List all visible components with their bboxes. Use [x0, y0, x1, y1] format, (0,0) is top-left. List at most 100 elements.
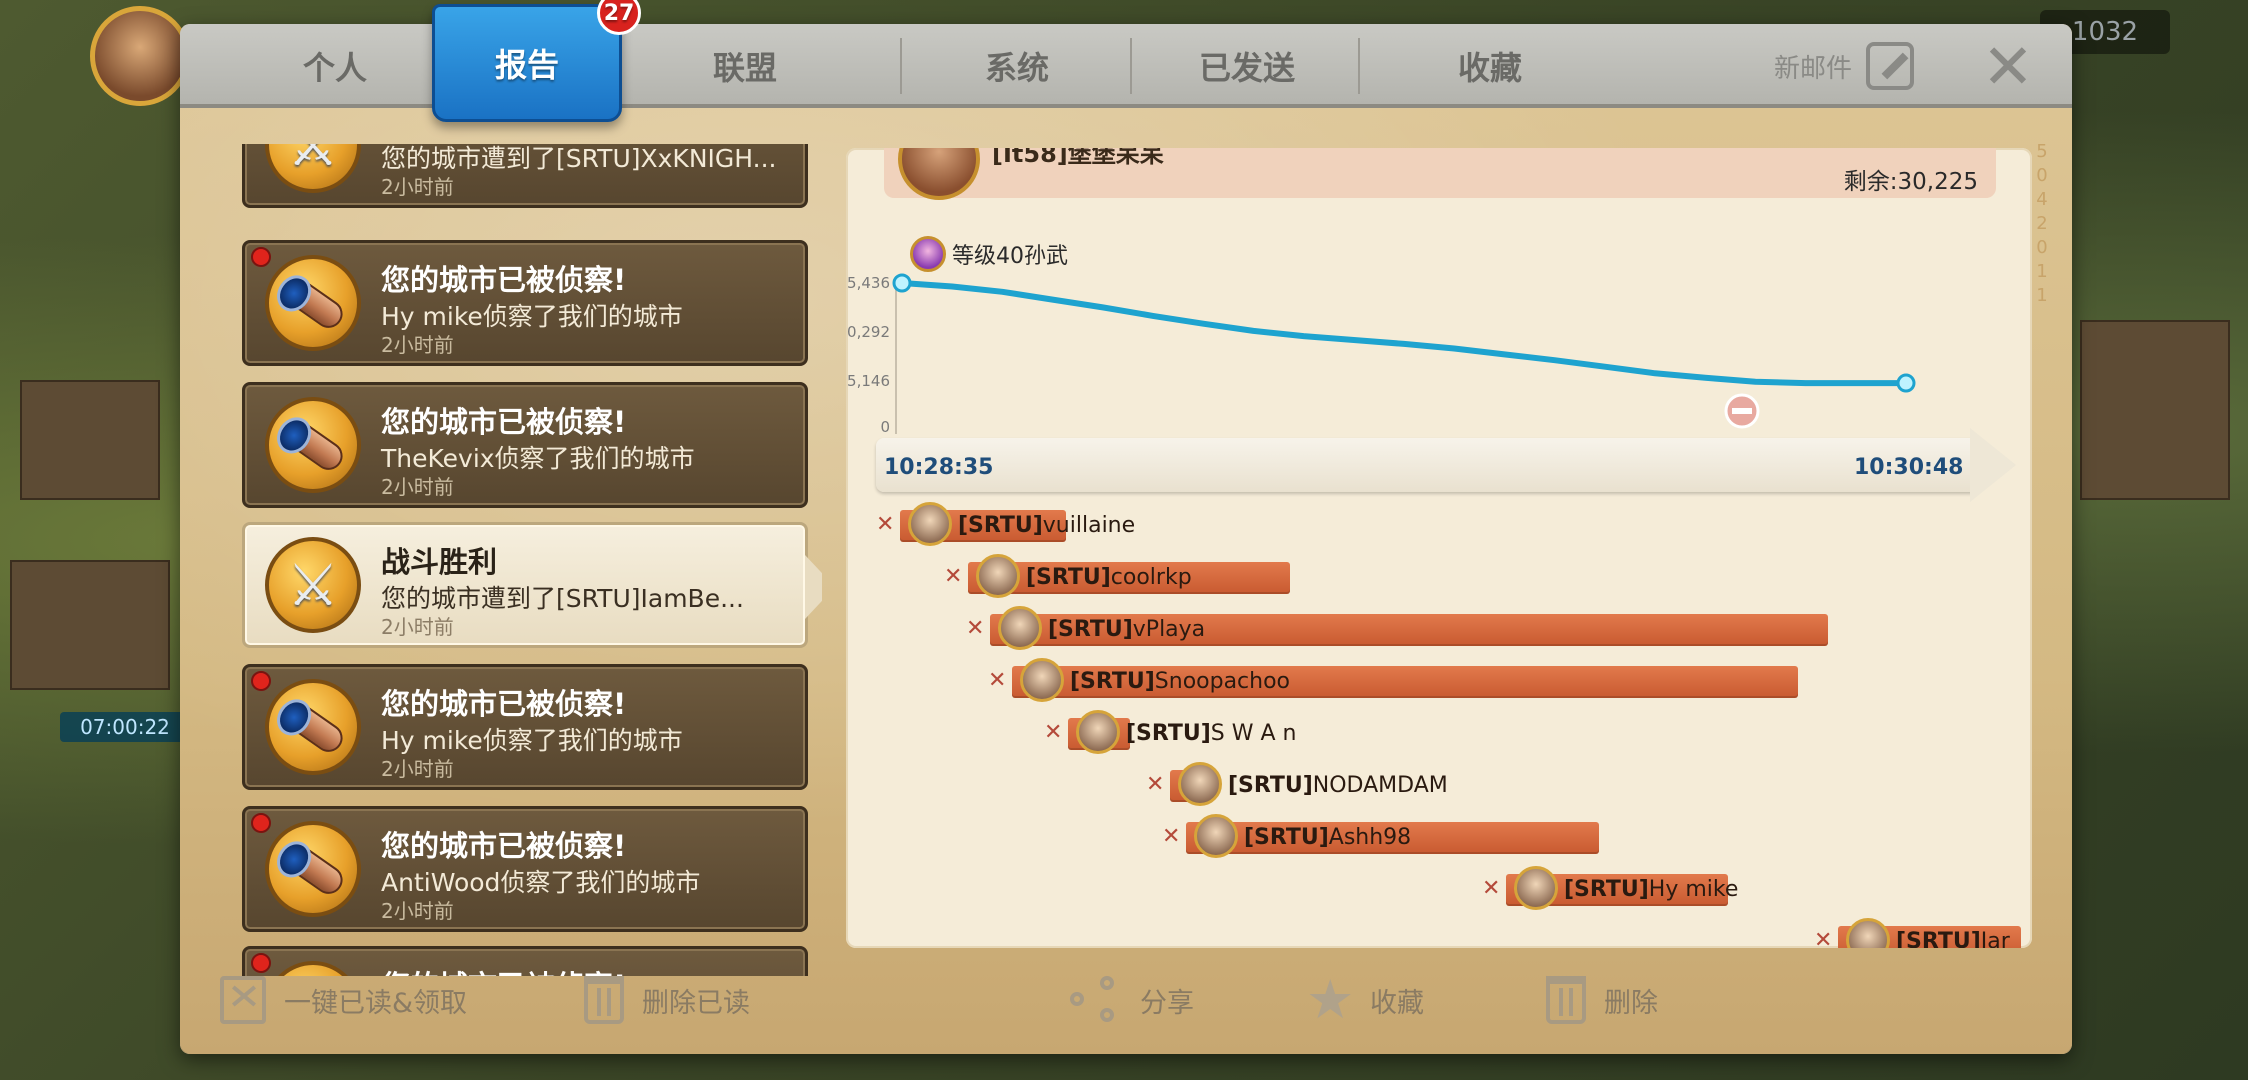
attacker-row[interactable]: ✕ [SRTU]Snoopachoo	[988, 658, 2032, 702]
player-name: NODAMDAM	[1312, 773, 1448, 798]
mail-item[interactable]: ⚔ 您的城市遭到了[SRTU]XxKNIGH... 2小时前	[242, 144, 808, 208]
delete-label: 删除	[1604, 987, 1658, 1019]
mail-time: 2小时前	[381, 899, 454, 923]
commander: 等级40孙武	[910, 236, 1068, 272]
alliance-tag: [SRTU]	[1048, 617, 1133, 642]
attacker-avatar	[1076, 710, 1120, 754]
world-timer: 07:00:22	[60, 712, 190, 742]
scout-medal-icon	[265, 679, 361, 775]
side-digit: 1	[2036, 261, 2048, 282]
player-name: vPlaya	[1132, 617, 1206, 642]
read-all-button[interactable]: 一键已读&领取	[220, 970, 467, 1030]
alliance-tag: [SRTU]	[1564, 877, 1649, 902]
battle-report-panel[interactable]: [It58]堡堡呆呆 剩余:30,225 等级40孙武 225,436 150,…	[846, 148, 2032, 948]
attacker-avatar	[998, 606, 1042, 650]
scout-medal-icon	[265, 397, 361, 493]
mail-item[interactable]: 您的城市已被侦察! Hy mike侦察了我们的城市 2小时前	[242, 664, 808, 790]
attacker-row[interactable]: ✕ [SRTU]Ashh98	[1162, 814, 2032, 858]
spyglass-icon	[277, 414, 349, 476]
commander-name: 等级40孙武	[952, 244, 1068, 269]
mail-window: 个人 报告 27 联盟 系统 已发送 收藏 新邮件 ✕ ⚔ 您的城市遭到了[SR…	[180, 0, 2072, 1054]
delete-read-button[interactable]: 删除已读	[584, 970, 750, 1030]
close-button[interactable]: ✕	[1976, 30, 2040, 103]
defeated-x-icon: ✕	[944, 564, 963, 589]
y-tick-label: 0	[880, 418, 890, 436]
tab-reports[interactable]: 报告 27	[432, 0, 641, 122]
mail-title: 您的城市已被侦察!	[381, 263, 627, 297]
defeated-x-icon: ✕	[1146, 772, 1165, 797]
mail-subtitle: 您的城市遭到了[SRTU]IamBe...	[381, 584, 744, 613]
mail-subtitle: TheKevix侦察了我们的城市	[381, 444, 695, 473]
player-name: S W A n	[1210, 721, 1297, 746]
player-avatar[interactable]	[90, 6, 190, 106]
mail-item[interactable]: 您的城市已被侦察! TheKevix侦察了我们的城市 2小时前	[242, 382, 808, 508]
mail-title: 战斗胜利	[381, 545, 498, 579]
mail-list[interactable]: ⚔ 您的城市遭到了[SRTU]XxKNIGH... 2小时前 您的城市已被侦察!…	[242, 144, 822, 976]
time-start: 10:28:35	[884, 455, 994, 480]
tab-personal[interactable]: 个人	[240, 24, 430, 108]
tab-system[interactable]: 系统	[902, 24, 1132, 108]
delete-button[interactable]: 删除	[1546, 970, 1658, 1030]
new-mail-button[interactable]: 新邮件	[1774, 24, 1915, 108]
crossed-swords-icon: ⚔	[287, 551, 339, 619]
troop-series	[892, 273, 1916, 393]
player-name: Hy mike	[1648, 877, 1739, 902]
compose-icon	[1866, 42, 1915, 90]
defeated-x-icon: ✕	[876, 512, 895, 537]
trash-icon	[584, 976, 624, 1024]
commander-avatar	[910, 236, 946, 272]
attacker-row[interactable]: ✕ [SRTU]S W A n	[1044, 710, 2032, 754]
attacker-name: [SRTU]Snoopachoo	[1070, 669, 1290, 694]
side-digit: 4	[2036, 189, 2048, 210]
player-name: coolrkp	[1110, 565, 1192, 590]
mail-time: 2小时前	[381, 615, 454, 639]
alliance-tag: [SRTU]	[1228, 773, 1313, 798]
defeated-x-icon: ✕	[1814, 928, 1833, 948]
attacker-name: [SRTU]coolrkp	[1026, 565, 1192, 590]
defeated-x-icon: ✕	[1482, 876, 1501, 901]
favorite-button[interactable]: ★ 收藏	[1306, 970, 1424, 1030]
side-digit: 5	[2036, 141, 2048, 162]
spyglass-icon	[277, 696, 349, 758]
building	[10, 560, 170, 690]
battle-medal-icon: ⚔	[265, 537, 361, 633]
mail-item[interactable]: 您的城市已被侦察! Hy mike侦察了我们的城市 2小时前	[242, 240, 808, 366]
tab-sent[interactable]: 已发送	[1132, 24, 1362, 108]
mail-subtitle: Hy mike侦察了我们的城市	[381, 726, 683, 755]
alliance-tag: [SRTU]	[958, 513, 1043, 538]
share-icon	[1070, 976, 1122, 1024]
mail-item-selected[interactable]: ⚔ 战斗胜利 您的城市遭到了[SRTU]IamBe... 2小时前	[242, 522, 822, 648]
battle-timeline: 10:28:35 10:30:48	[876, 428, 2016, 502]
tab-bar: 个人 报告 27 联盟 系统 已发送 收藏 新邮件 ✕	[180, 0, 2072, 122]
mail-item[interactable]: 您的城市已被侦察! AntiWood侦察了我们的城市 2小时前	[242, 806, 808, 932]
attacker-name: [SRTU]NODAMDAM	[1228, 773, 1448, 798]
attacker-row[interactable]: ✕ [SRTU]vuillaine	[876, 502, 2026, 546]
tab-alliance[interactable]: 联盟	[630, 24, 860, 108]
reinforce-marker	[1724, 393, 1760, 429]
attacker-row[interactable]: ✕ [SRTU]NODAMDAM	[1146, 762, 2032, 806]
attacker-row[interactable]: ✕ [SRTU]Hy mike	[1482, 866, 2032, 910]
alliance-tag: [SRTU]	[1244, 825, 1329, 850]
report-header: [It58]堡堡呆呆 剩余:30,225	[884, 148, 1996, 200]
attacker-name: [SRTU]S W A n	[1126, 721, 1296, 746]
trash-icon	[1546, 976, 1586, 1024]
alliance-tag: [SRTU]	[1896, 929, 1981, 948]
share-button[interactable]: 分享	[1070, 970, 1194, 1030]
defender-name: [It58]堡堡呆呆	[992, 148, 1164, 168]
unread-dot	[251, 813, 271, 833]
attacker-row[interactable]: ✕ [SRTU]coolrkp	[944, 554, 2032, 598]
mail-subtitle: AntiWood侦察了我们的城市	[381, 868, 701, 897]
read-all-label: 一键已读&领取	[284, 987, 468, 1019]
side-digit: 1	[2036, 285, 2048, 306]
alliance-tag: [SRTU]	[1070, 669, 1155, 694]
mail-time: 2小时前	[381, 475, 454, 499]
tab-favorites[interactable]: 收藏	[1360, 24, 1620, 108]
attacker-avatar	[1514, 866, 1558, 910]
attacker-row[interactable]: ✕ [SRTU]Iar	[1814, 918, 2032, 948]
spyglass-icon	[277, 838, 349, 900]
defeated-x-icon: ✕	[1162, 824, 1181, 849]
attacker-row[interactable]: ✕ [SRTU]vPlaya	[966, 606, 2032, 650]
battle-medal-icon: ⚔	[265, 144, 361, 193]
player-name: Ashh98	[1328, 825, 1412, 850]
mail-time: 2小时前	[381, 333, 454, 357]
